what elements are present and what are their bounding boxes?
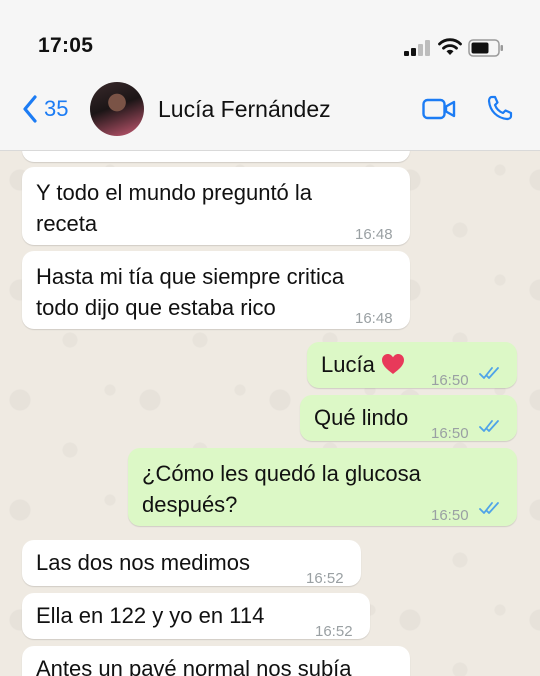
message-bubble: ¿Cómo les quedó la glucosa después? 16:50 [128,448,517,526]
chevron-left-icon [23,95,37,123]
contact-name[interactable]: Lucía Fernández [158,96,331,123]
unread-count: 35 [44,96,69,121]
message-time: 16:52 [306,570,344,587]
message-bubble: Antes un pavé normal nos subía [22,646,410,676]
nav-row: 35 Lucía Fernández [0,82,540,144]
status-time: 17:05 [38,34,94,57]
message-time: 16:50 [431,507,469,524]
message-text: ¿Cómo les quedó la glucosa después? [142,461,421,517]
message-bubble: Lucía 16:50 [307,342,517,389]
message-time: 16:48 [355,310,393,327]
message-bubble: Las dos nos medimos 16:52 [22,540,361,587]
message-text: Lucía [321,349,405,380]
message-bubble: Y todo el mundo preguntó la receta 16:48 [22,167,410,245]
message-text: Qué lindo [314,405,409,430]
status-bar: 17:05 [0,0,540,82]
read-ticks-icon [479,367,499,379]
message-text: Ella en 122 y yo en 114 [36,603,265,628]
avatar[interactable] [90,82,144,136]
message-bubble: Ella en 122 y yo en 114 16:52 [22,593,370,640]
message-bubble-partial [22,150,410,162]
message-time: 16:48 [355,226,393,243]
message-text: Hasta mi tía que siempre critica todo dij… [36,264,345,320]
wifi-icon [438,38,462,55]
video-call-icon[interactable] [422,98,456,120]
chat-header: 17:05 35 Lucía Fernández [0,0,540,151]
message-text: Antes un pavé normal nos subía [36,656,352,676]
message-bubble: Qué lindo 16:50 [300,395,517,442]
heart-emoji-icon [381,354,404,375]
message-text: Las dos nos medimos [36,550,250,575]
message-text: Y todo el mundo preguntó la receta [36,180,313,236]
read-ticks-icon [479,502,499,514]
back-button[interactable]: 35 [22,94,68,124]
battery-icon [468,39,503,57]
message-time: 16:50 [431,372,469,389]
phone-icon[interactable] [486,94,514,122]
message-time: 16:50 [431,425,469,442]
message-time: 16:52 [315,623,353,640]
chat-area[interactable]: Y todo el mundo preguntó la receta 16:48 … [0,150,540,676]
signal-icon [404,40,430,56]
message-bubble: Hasta mi tía que siempre critica todo dij… [22,251,410,329]
read-ticks-icon [479,420,499,432]
